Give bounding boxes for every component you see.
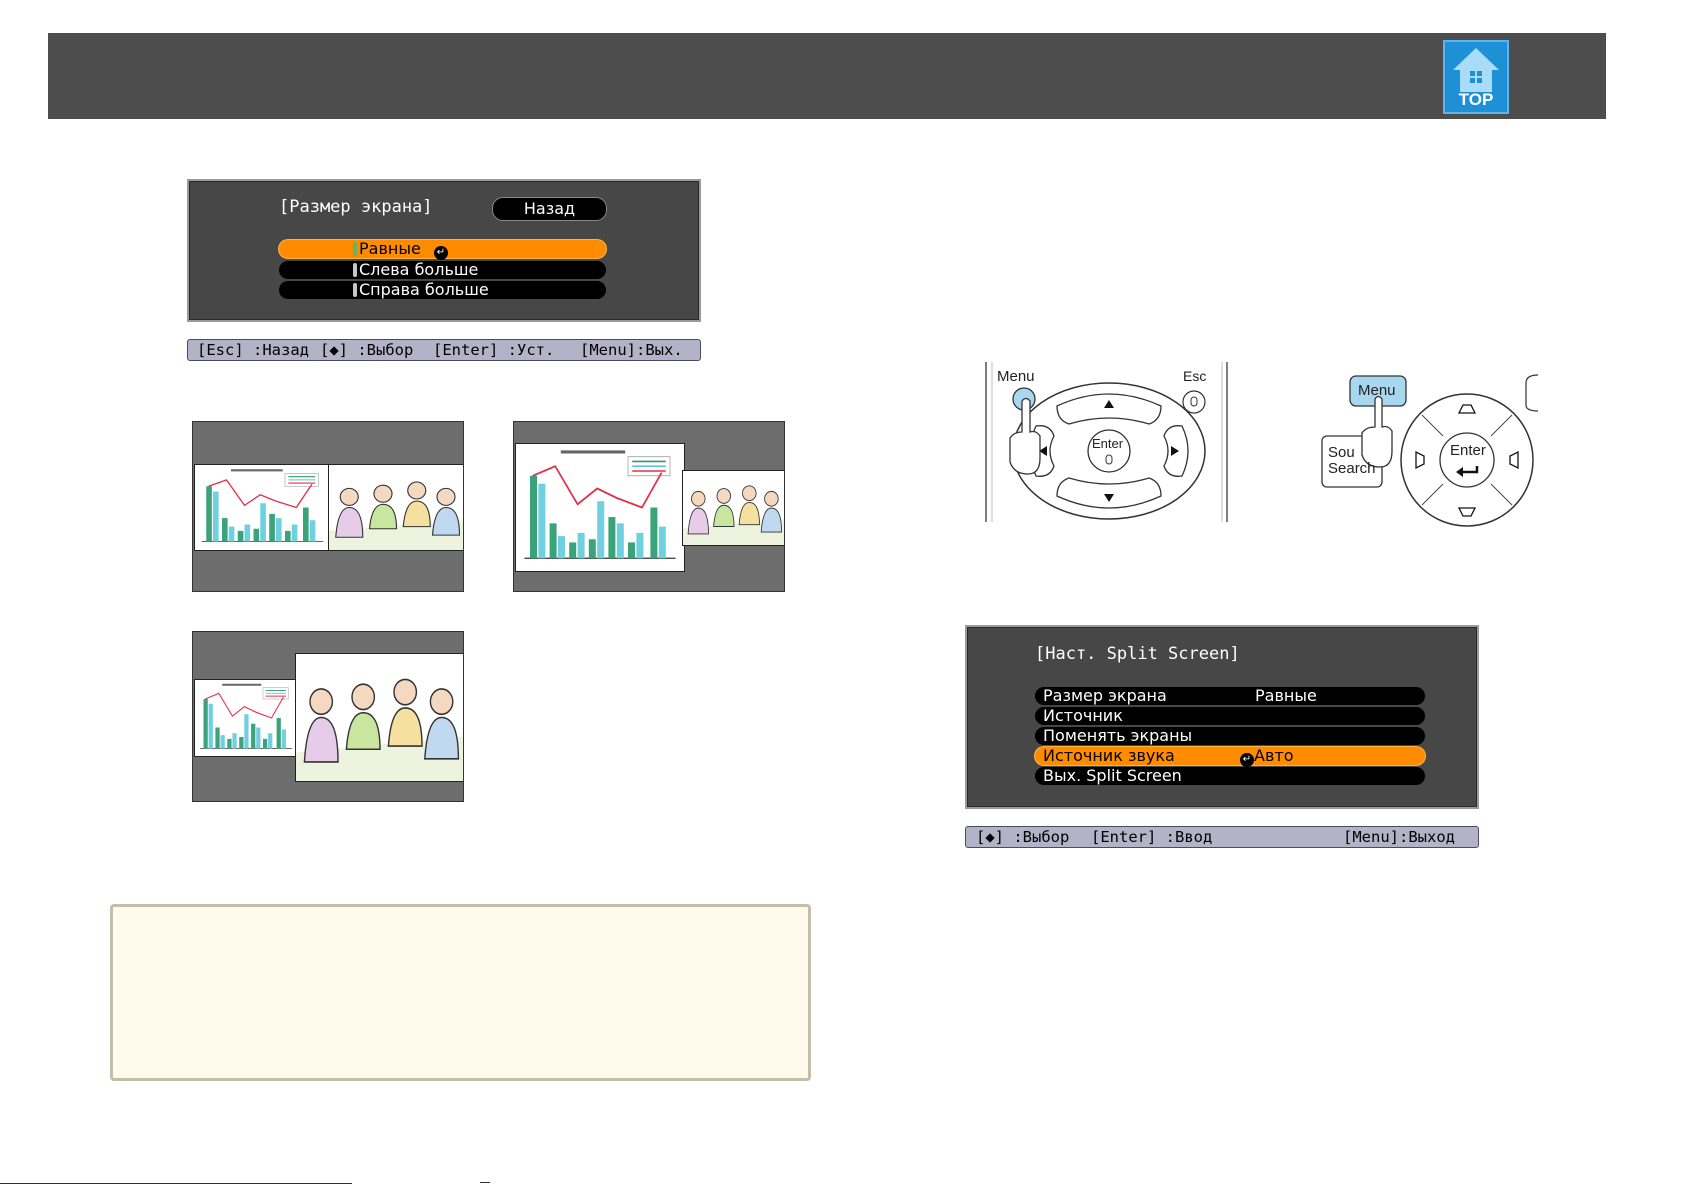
selector-bar [353,283,357,297]
menu-item-exit-split-screen[interactable]: Вых. Split Screen [1035,767,1425,785]
chart-pane [194,679,298,757]
menu-item-audio-source[interactable]: Источник звука ↵ Авто [1035,747,1425,767]
screen-size-menu: [Размер экрана] Назад Равные ↵ Слева бол… [187,179,701,322]
panel-menu-label: Menu [1358,382,1396,399]
help-select: [◆] :Выбор [976,828,1070,846]
people-image [329,465,463,550]
chart-image [195,680,297,756]
remote-esc-label: Esc [1183,368,1207,384]
footer-mark [480,1182,490,1183]
split-screen-settings-menu: [Наст. Split Screen] Размер экрана Равны… [965,625,1479,809]
people-pane [328,464,463,551]
menu-item-screen-size[interactable]: Размер экрана Равные [1035,687,1425,705]
note-box [110,904,811,1081]
top-label: TOP [1458,90,1494,109]
menu-title: [Размер экрана] [279,197,433,217]
menu-item-value: Равные [1255,686,1317,705]
split-right-larger-preview [192,631,464,802]
menu-item-right-larger[interactable]: Справа больше [279,281,606,299]
back-button[interactable]: Назад [492,197,607,221]
menu-title: [Наст. Split Screen] [1035,644,1240,664]
remote-enter-label: Enter [1092,436,1124,451]
chart-pane [515,443,685,572]
chart-pane [194,464,331,551]
menu-item-source[interactable]: Источник [1035,707,1425,725]
split-left-larger-preview [513,421,785,592]
chart-image [516,444,684,571]
help-menu: [Menu]:Выход [1343,828,1455,846]
chart-image [195,465,330,550]
help-bar: [◆] :Выбор [Enter] :Ввод [Menu]:Выход [965,826,1479,848]
menu-item-swap-screens[interactable]: Поменять экраны [1035,727,1425,745]
menu-item-value: ↵ Авто [1240,747,1293,767]
remote-control-illustration: Menu Esc Enter [984,362,1229,522]
split-equal-preview [192,421,464,592]
people-pane [295,653,463,782]
control-panel-illustration: Menu Sou Search Enter [1320,369,1538,531]
menu-item-equal[interactable]: Равные ↵ [279,240,606,260]
help-select: [◆] :Выбор [320,341,414,359]
help-enter: [Enter] :Уст. [433,341,555,359]
selector-bar [353,242,357,256]
top-link-button[interactable]: TOP [1443,40,1509,114]
people-pane [682,470,784,546]
source-search-label-line2: Search [1328,460,1376,477]
panel-enter-label: Enter [1450,442,1486,459]
help-enter: [Enter] :Ввод [1091,828,1213,846]
people-image [683,471,784,545]
selector-bar [353,263,357,277]
page-header [48,33,1606,119]
menu-item-left-larger[interactable]: Слева больше [279,261,606,279]
help-menu: [Menu]:Вых. [580,341,683,359]
help-bar: [Esc] :Назад [◆] :Выбор [Enter] :Уст. [M… [187,339,701,361]
remote-menu-label: Menu [997,368,1035,385]
source-search-label-line1: Sou [1328,444,1355,461]
footer-rule [0,1183,352,1184]
people-image [296,654,463,781]
enter-icon: ↵ [433,246,448,260]
enter-icon: ↵ [1240,753,1254,767]
help-esc: [Esc] :Назад [197,341,309,359]
